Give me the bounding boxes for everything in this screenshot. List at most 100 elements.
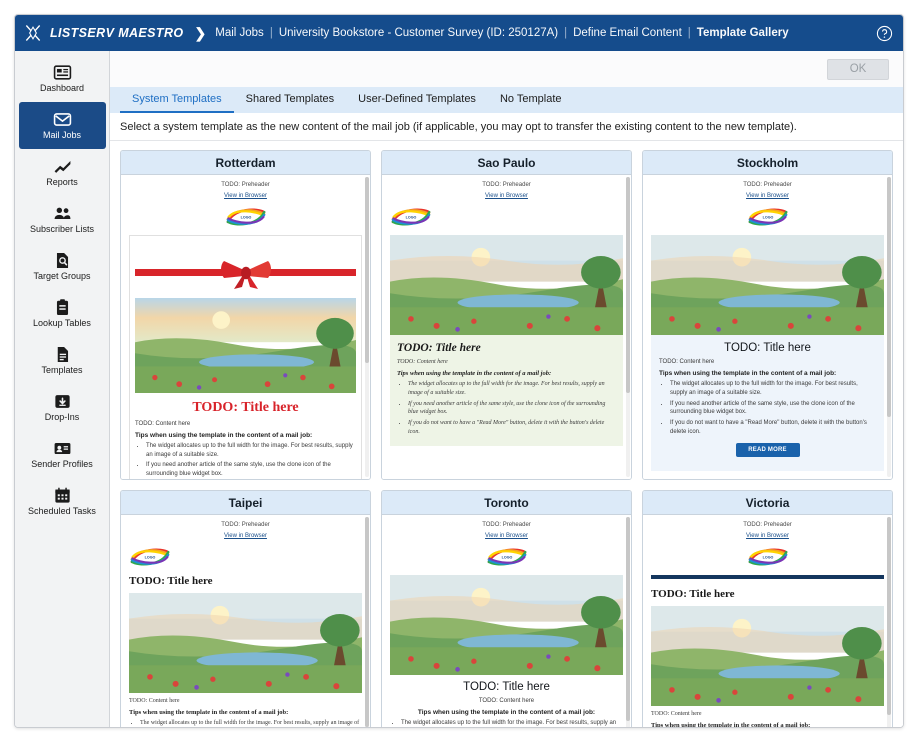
template-gallery-grid: Rotterdam TODO: Preheader View in Browse… [110, 141, 903, 727]
template-card-title: Sao Paulo [382, 151, 631, 175]
read-more-button[interactable]: READ MORE [735, 443, 800, 458]
sidebar-item-target-groups[interactable]: Target Groups [15, 243, 109, 290]
template-content-placeholder: TODO: Content here [651, 711, 702, 718]
logo-text: LOGO [406, 215, 417, 219]
breadcrumb-separator: | [564, 27, 568, 39]
email-frame: TODO: Title here TODO: Content here Tips… [129, 235, 362, 479]
sidebar-item-label: Templates [41, 365, 83, 376]
view-in-browser-link[interactable]: View in Browser [390, 533, 623, 539]
template-content-placeholder: TODO: Content here [478, 698, 535, 705]
template-title: TODO: Title here [397, 342, 481, 355]
logo-row: LOGO [129, 545, 362, 569]
breadcrumb-item-define-email-content[interactable]: Define Email Content [573, 27, 682, 39]
preheader-text: TODO: Preheader [482, 182, 531, 188]
sidebar-item-dashboard[interactable]: Dashboard [15, 55, 109, 102]
template-preview: TODO: Preheader View in Browser LOGO TOD… [121, 175, 370, 479]
sidebar-item-lookup-tables[interactable]: Lookup Tables [15, 290, 109, 337]
top-header-bar: LISTSERV MAESTRO ❯ Mail Jobs | Universit… [15, 15, 903, 51]
hero-image [390, 235, 623, 336]
view-in-browser-link[interactable]: View in Browser [651, 193, 884, 199]
main-content: OK System Templates Shared Templates Use… [110, 51, 903, 727]
tip-item: The widget allocates up to the full widt… [670, 380, 876, 397]
template-card-taipei[interactable]: Taipei TODO: Preheader View in Browser L… [120, 490, 371, 727]
sidebar-item-label: Mail Jobs [42, 130, 81, 141]
view-in-browser-link[interactable]: View in Browser [129, 193, 362, 199]
preheader-text: TODO: Preheader [221, 182, 270, 188]
template-card-stockholm[interactable]: Stockholm TODO: Preheader View in Browse… [642, 150, 893, 480]
card-scrollbar[interactable] [365, 177, 369, 477]
ok-button[interactable]: OK [827, 58, 889, 80]
sidebar-item-scheduled-tasks[interactable]: Scheduled Tasks [15, 478, 109, 525]
tip-item: If you do not want to have a "Read More"… [408, 419, 616, 436]
tips-list: The widget allocates up to the full widt… [401, 719, 623, 727]
sidebar-item-label: Drop-Ins [44, 412, 80, 423]
tips-list: The widget allocates up to the full widt… [146, 442, 356, 479]
template-preview: TODO: Preheader View in Browser LOGO TOD… [382, 515, 631, 727]
instruction-text: Select a system template as the new cont… [110, 113, 903, 141]
breadcrumb-item-job[interactable]: University Bookstore - Customer Survey (… [279, 27, 558, 39]
tips-heading: Tips when using the template in the cont… [129, 709, 289, 717]
sidebar-item-templates[interactable]: Templates [15, 337, 109, 384]
breadcrumb-item-template-gallery: Template Gallery [696, 27, 789, 39]
card-scrollbar[interactable] [626, 177, 630, 477]
card-scrollbar[interactable] [887, 517, 891, 727]
tab-user-defined-templates[interactable]: User-Defined Templates [346, 87, 488, 113]
sidebar-item-reports[interactable]: Reports [15, 149, 109, 196]
breadcrumb: Mail Jobs | University Bookstore - Custo… [215, 27, 788, 39]
logo-row: LOGO [390, 545, 623, 569]
tip-item: The widget allocates up to the full widt… [146, 442, 356, 459]
tips-heading: Tips when using the template in the cont… [417, 709, 596, 717]
sidebar-item-subscriber-lists[interactable]: Subscriber Lists [15, 196, 109, 243]
rainbow-logo-icon: LOGO [748, 208, 787, 226]
template-card-toronto[interactable]: Toronto TODO: Preheader View in Browser [381, 490, 632, 727]
template-title: TODO: Title here [192, 400, 299, 416]
red-ribbon-bow-decoration [135, 252, 356, 292]
template-preview: TODO: Preheader View in Browser LOGO TOD… [643, 175, 892, 479]
sidebar-item-sender-profiles[interactable]: Sender Profiles [15, 431, 109, 478]
template-card-victoria[interactable]: Victoria TODO: Preheader View in Browser [642, 490, 893, 727]
template-card-title: Rotterdam [121, 151, 370, 175]
chart-line-icon [54, 161, 70, 173]
hero-image [651, 235, 884, 336]
template-card-title: Victoria [643, 491, 892, 515]
card-scrollbar[interactable] [365, 517, 369, 727]
tip-item: The widget allocates up to the full widt… [401, 719, 623, 727]
template-card-title: Stockholm [643, 151, 892, 175]
application-window: LISTSERV MAESTRO ❯ Mail Jobs | Universit… [14, 14, 904, 728]
rainbow-logo-icon: LOGO [748, 548, 787, 566]
template-content-placeholder: TODO: Content here [397, 359, 448, 366]
hero-image [129, 593, 362, 694]
preheader-text: TODO: Preheader [482, 522, 531, 528]
hero-image [651, 606, 884, 707]
view-in-browser-link[interactable]: View in Browser [129, 533, 362, 539]
tab-shared-templates[interactable]: Shared Templates [234, 87, 346, 113]
tip-item: If you do not want to have a "Read More"… [670, 419, 876, 436]
sidebar-item-label: Reports [46, 177, 78, 188]
maestro-logo-icon [25, 25, 41, 41]
action-bar: OK [110, 51, 903, 87]
tips-heading: Tips when using the template in the cont… [135, 432, 313, 440]
logo-text: LOGO [240, 215, 251, 219]
help-circle-icon[interactable] [876, 25, 893, 42]
tab-system-templates[interactable]: System Templates [120, 87, 234, 113]
template-content-placeholder: TODO: Content here [129, 698, 180, 705]
card-scrollbar[interactable] [626, 517, 630, 727]
view-in-browser-link[interactable]: View in Browser [651, 533, 884, 539]
template-card-title: Toronto [382, 491, 631, 515]
tips-list: The widget allocates up to the full widt… [408, 380, 616, 436]
view-in-browser-link[interactable]: View in Browser [390, 193, 623, 199]
card-scrollbar[interactable] [887, 177, 891, 477]
logo-text: LOGO [501, 555, 512, 559]
sidebar-item-mail-jobs[interactable]: Mail Jobs [18, 102, 106, 149]
template-card-rotterdam[interactable]: Rotterdam TODO: Preheader View in Browse… [120, 150, 371, 480]
template-card-sao-paulo[interactable]: Sao Paulo TODO: Preheader View in Browse… [381, 150, 632, 480]
tab-no-template[interactable]: No Template [488, 87, 574, 113]
sidebar-navigation: Dashboard Mail Jobs Reports Subscriber L… [15, 51, 110, 727]
breadcrumb-item-mail-jobs[interactable]: Mail Jobs [215, 27, 264, 39]
preheader-text: TODO: Preheader [221, 522, 270, 528]
preheader-text: TODO: Preheader [743, 522, 792, 528]
template-preview: TODO: Preheader View in Browser LOGO TOD… [382, 175, 631, 479]
sidebar-item-label: Scheduled Tasks [28, 506, 96, 517]
sidebar-item-drop-ins[interactable]: Drop-Ins [15, 384, 109, 431]
tips-list: The widget allocates up to the full widt… [140, 719, 362, 727]
